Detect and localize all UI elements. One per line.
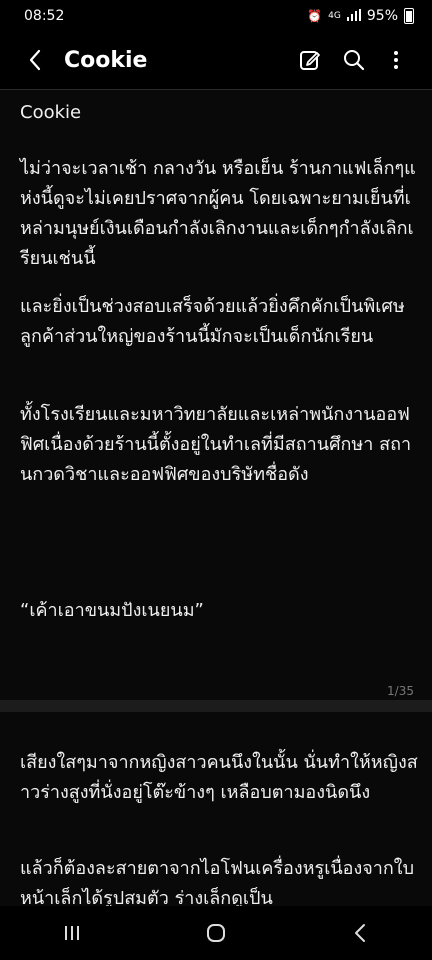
recent-apps-icon bbox=[65, 926, 79, 940]
home-button[interactable] bbox=[186, 913, 246, 953]
status-bar: 08:52 ⏰ 4G 95% bbox=[0, 0, 432, 32]
back-nav-button[interactable] bbox=[330, 913, 390, 953]
navigation-bar bbox=[0, 906, 432, 960]
search-button[interactable] bbox=[334, 40, 374, 80]
page-number: 1/35 bbox=[387, 684, 414, 698]
network-type: 4G bbox=[328, 11, 341, 21]
page-separator bbox=[0, 700, 432, 712]
page-title: Cookie bbox=[64, 47, 148, 73]
paragraph-4: “เค้าเอาขนมปังเนยนม” bbox=[20, 600, 204, 621]
more-vertical-icon bbox=[394, 51, 398, 69]
status-icons: ⏰ 4G 95% bbox=[307, 8, 414, 24]
paragraph-2: และยิ่งเป็นช่วงสอบเสร็จด้วยแล้วยิ่งคึกคั… bbox=[20, 296, 405, 347]
more-options-button[interactable] bbox=[376, 40, 416, 80]
alarm-icon: ⏰ bbox=[307, 9, 323, 23]
edit-button[interactable] bbox=[290, 40, 330, 80]
home-icon bbox=[207, 924, 225, 942]
signal-icon bbox=[346, 8, 361, 24]
battery-percent: 95% bbox=[366, 8, 398, 24]
chevron-left-icon bbox=[29, 49, 41, 71]
toolbar: Cookie bbox=[0, 34, 432, 86]
battery-icon bbox=[404, 8, 414, 24]
recent-apps-button[interactable] bbox=[42, 913, 102, 953]
paragraph-3: ทั้งโรงเรียนและมหาวิทยาลัยและเหล่าพนักงา… bbox=[20, 404, 412, 485]
back-nav-icon bbox=[355, 924, 365, 942]
back-button[interactable] bbox=[10, 34, 60, 86]
paragraph-1: ไม่ว่าจะเวลาเช้า กลางวัน หรือเย็น ร้านกา… bbox=[20, 158, 416, 269]
status-time: 08:52 bbox=[24, 8, 65, 24]
paragraph-6: แล้วก็ต้องละสายตาจากไอโฟนเครื่องหรูเนื่อ… bbox=[20, 858, 415, 909]
search-icon bbox=[344, 50, 365, 71]
document-title: Cookie bbox=[20, 102, 82, 123]
edit-icon bbox=[300, 51, 320, 70]
paragraph-5: เสียงใสๆมาจากหญิงสาวคนนึงในนั้น นั่นทำให… bbox=[20, 752, 418, 803]
